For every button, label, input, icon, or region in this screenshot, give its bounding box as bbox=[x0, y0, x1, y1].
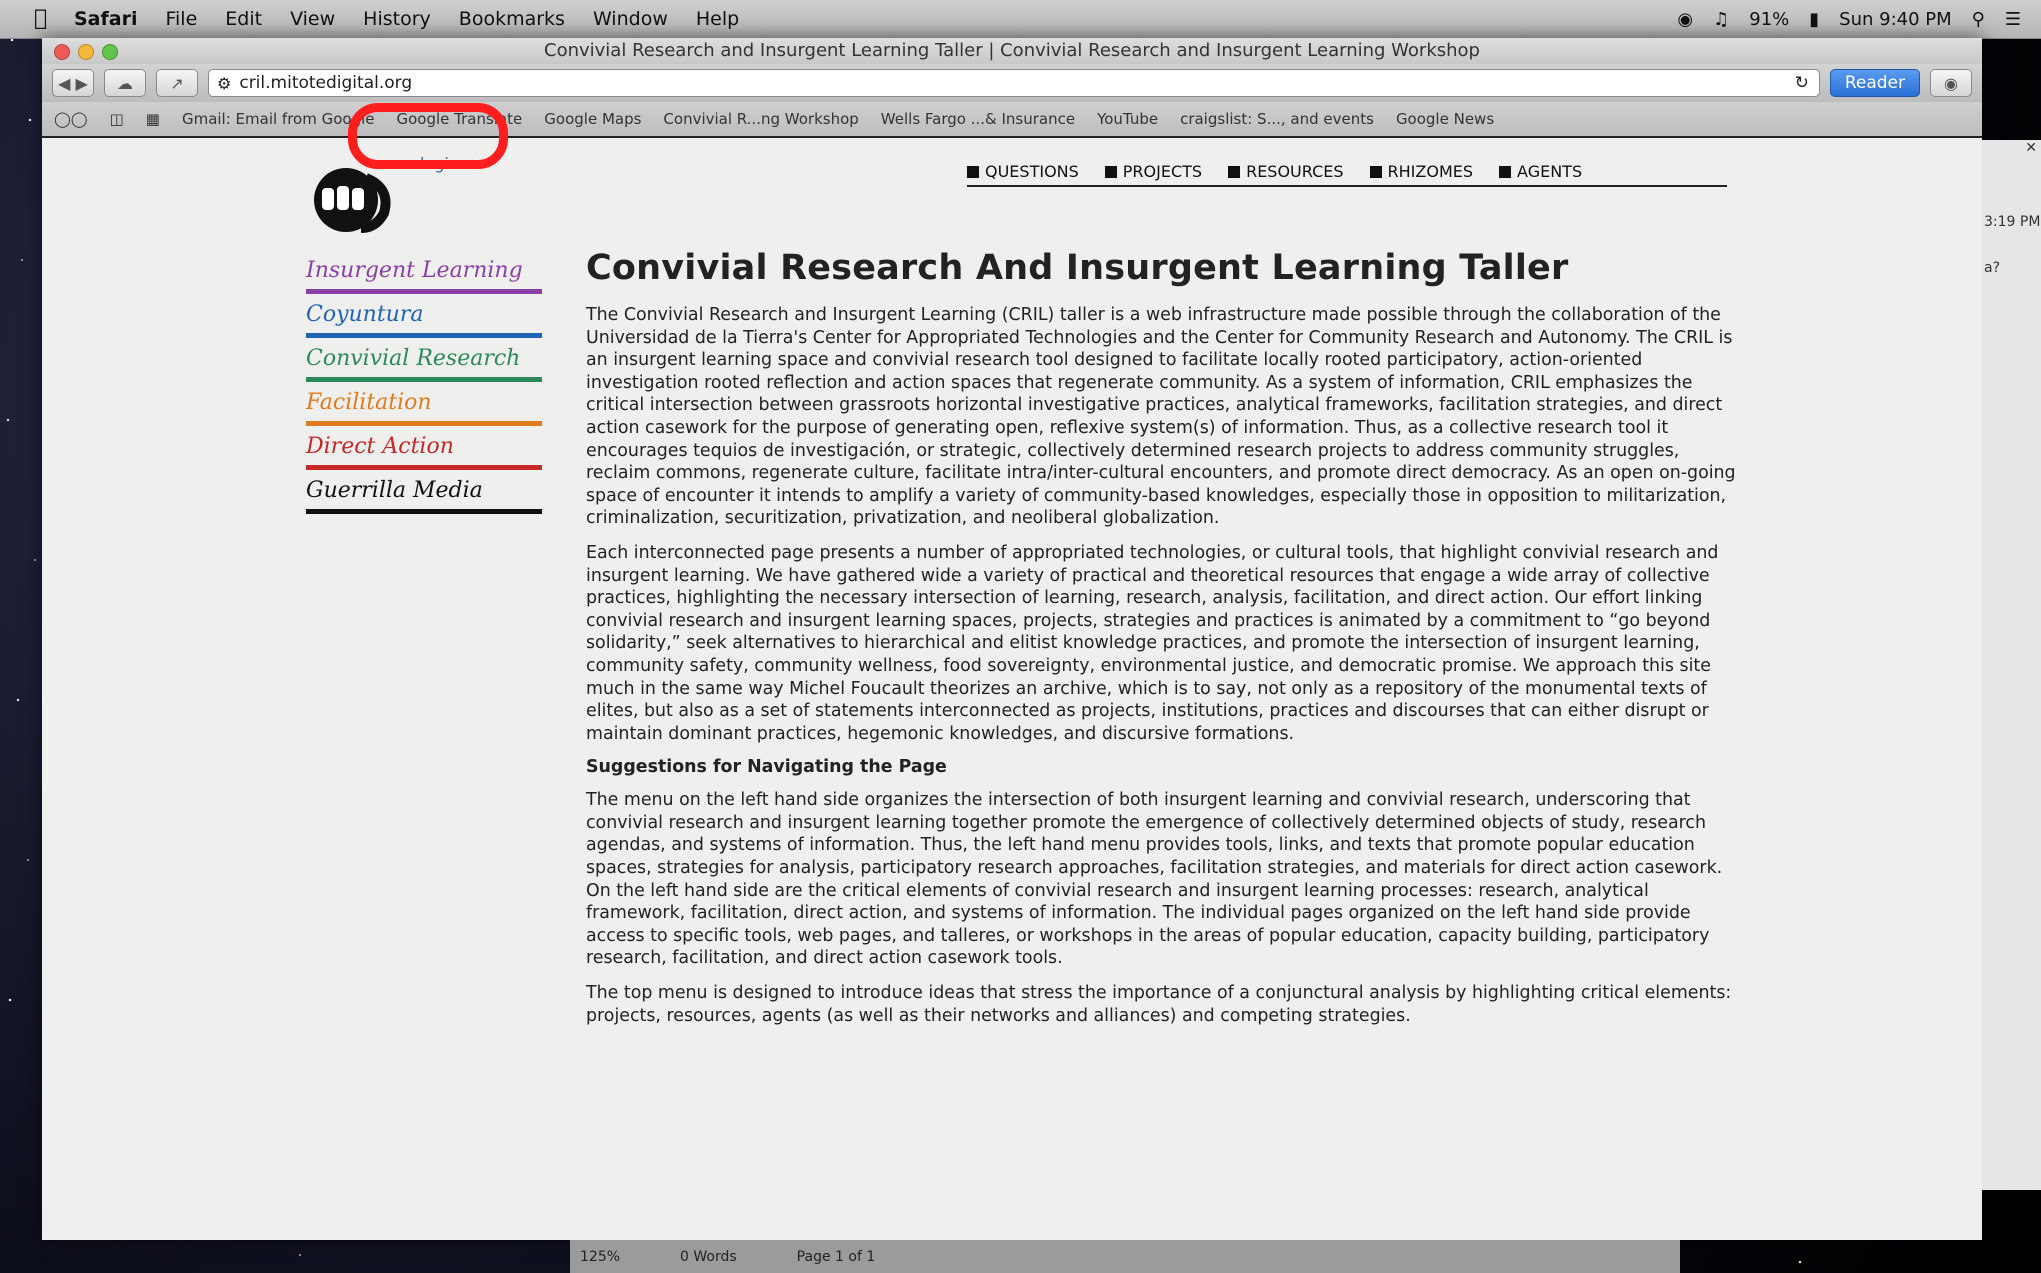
menu-file[interactable]: File bbox=[165, 8, 197, 30]
downloads-button[interactable]: ◉ bbox=[1930, 69, 1972, 97]
bookmark-wells-fargo[interactable]: Wells Fargo ...& Insurance bbox=[881, 110, 1075, 128]
side-item-guerrilla-media[interactable]: Guerrilla Media bbox=[306, 474, 542, 514]
subheading-navigating: Suggestions for Navigating the Page bbox=[586, 757, 947, 778]
window-controls bbox=[54, 44, 118, 60]
menu-bar:  Safari File Edit View History Bookmark… bbox=[0, 0, 2041, 39]
close-icon[interactable]: ✕ bbox=[2025, 140, 2037, 156]
bookmark-convivial[interactable]: Convivial R...ng Workshop bbox=[663, 110, 858, 128]
word-count: 0 Words bbox=[680, 1248, 737, 1265]
zoom-icon[interactable] bbox=[102, 44, 118, 60]
menu-app-name[interactable]: Safari bbox=[74, 8, 137, 30]
bookmarks-icon[interactable]: ◫ bbox=[110, 110, 124, 128]
clock[interactable]: Sun 9:40 PM bbox=[1839, 9, 1952, 30]
icloud-button[interactable]: ☁ bbox=[104, 69, 146, 97]
page-title: Convivial Research And Insurgent Learnin… bbox=[586, 248, 1569, 288]
top-sites-icon[interactable]: ▦ bbox=[146, 110, 160, 128]
title-bar: Convivial Research and Insurgent Learnin… bbox=[42, 38, 1982, 64]
menu-window[interactable]: Window bbox=[593, 8, 668, 30]
square-bullet-icon bbox=[1499, 165, 1512, 178]
url-text: cril.mitotedigital.org bbox=[239, 73, 413, 93]
menu-help[interactable]: Help bbox=[696, 8, 739, 30]
menu-view[interactable]: View bbox=[290, 8, 335, 30]
back-forward-button[interactable]: ◀ ▶ bbox=[52, 69, 94, 97]
page-content: login QUESTIONS PROJECTS RESOURCES RHIZO… bbox=[42, 138, 1982, 1240]
fist-logo-icon[interactable] bbox=[306, 158, 396, 238]
panel-text: a? bbox=[1984, 260, 2001, 276]
site-favicon-icon: ⚙ bbox=[217, 73, 232, 93]
menu-edit[interactable]: Edit bbox=[225, 8, 262, 30]
side-item-coyuntura[interactable]: Coyuntura bbox=[306, 298, 542, 338]
paragraph-interconnected: Each interconnected page presents a numb… bbox=[586, 542, 1719, 744]
nav-label: PROJECTS bbox=[1122, 162, 1203, 181]
browser-window: Convivial Research and Insurgent Learnin… bbox=[42, 38, 1982, 1240]
menu-history[interactable]: History bbox=[363, 8, 431, 30]
side-item-convivial-research[interactable]: Convivial Research bbox=[306, 342, 542, 382]
wifi-icon[interactable]: ◉ bbox=[1677, 9, 1693, 30]
bookmark-google-news[interactable]: Google News bbox=[1396, 110, 1494, 128]
paragraph-top-menu: The top menu is designed to introduce id… bbox=[586, 983, 1732, 1026]
side-menu: Insurgent Learning Coyuntura Convivial R… bbox=[306, 254, 542, 518]
side-item-direct-action[interactable]: Direct Action bbox=[306, 430, 542, 470]
nav-label: RHIZOMES bbox=[1387, 162, 1474, 181]
bookmark-google-maps[interactable]: Google Maps bbox=[544, 110, 641, 128]
paragraph-left-menu: The menu on the left hand side organizes… bbox=[586, 790, 1723, 969]
nav-projects[interactable]: PROJECTS bbox=[1104, 162, 1203, 181]
square-bullet-icon bbox=[1104, 165, 1117, 178]
top-nav: QUESTIONS PROJECTS RESOURCES RHIZOMES AG… bbox=[967, 162, 1727, 187]
menu-bookmarks[interactable]: Bookmarks bbox=[459, 8, 565, 30]
browser-toolbar: ◀ ▶ ☁ ↗ ⚙ cril.mitotedigital.org ↻ Reade… bbox=[42, 64, 1982, 102]
notification-center-icon[interactable]: ☰ bbox=[2005, 9, 2021, 30]
nav-resources[interactable]: RESOURCES bbox=[1228, 162, 1344, 181]
paragraph-intro: The Convivial Research and Insurgent Lea… bbox=[586, 305, 1736, 529]
reading-list-icon[interactable]: ◯◯ bbox=[54, 110, 88, 128]
background-window-edge: ✕ 3:19 PM a? bbox=[1982, 140, 2041, 1190]
bookmark-gmail[interactable]: Gmail: Email from Google bbox=[182, 110, 375, 128]
nav-agents[interactable]: AGENTS bbox=[1499, 162, 1582, 181]
status-menus: ◉ ♫ 91% ▮ Sun 9:40 PM ⚲ ☰ bbox=[1677, 0, 2021, 38]
spotlight-icon[interactable]: ⚲ bbox=[1972, 9, 1985, 30]
bookmarks-bar: ◯◯ ◫ ▦ Gmail: Email from Google Google T… bbox=[42, 102, 1982, 138]
nav-label: RESOURCES bbox=[1246, 162, 1344, 181]
nav-questions[interactable]: QUESTIONS bbox=[967, 162, 1079, 181]
nav-rhizomes[interactable]: RHIZOMES bbox=[1369, 162, 1474, 181]
side-item-facilitation[interactable]: Facilitation bbox=[306, 386, 542, 426]
main-article: Convivial Research And Insurgent Learnin… bbox=[586, 248, 1746, 1039]
minimize-icon[interactable] bbox=[78, 44, 94, 60]
bookmark-youtube[interactable]: YouTube bbox=[1097, 110, 1158, 128]
reader-button[interactable]: Reader bbox=[1829, 69, 1920, 97]
square-bullet-icon bbox=[1369, 165, 1382, 178]
highlight-circle bbox=[348, 103, 508, 169]
bookmark-craigslist[interactable]: craigslist: S..., and events bbox=[1180, 110, 1374, 128]
reload-icon[interactable]: ↻ bbox=[1795, 73, 1809, 93]
window-title: Convivial Research and Insurgent Learnin… bbox=[544, 40, 1480, 61]
address-bar[interactable]: ⚙ cril.mitotedigital.org ↻ bbox=[208, 69, 1820, 97]
side-item-insurgent-learning[interactable]: Insurgent Learning bbox=[306, 254, 542, 294]
nav-label: AGENTS bbox=[1517, 162, 1583, 181]
close-icon[interactable] bbox=[54, 44, 70, 60]
square-bullet-icon bbox=[1228, 165, 1241, 178]
background-status-bar: 125% 0 Words Page 1 of 1 bbox=[570, 1240, 1680, 1273]
battery-percent[interactable]: 91% bbox=[1749, 9, 1789, 30]
square-bullet-icon bbox=[967, 165, 979, 178]
panel-time: 3:19 PM bbox=[1984, 214, 2041, 230]
battery-icon[interactable]: ▮ bbox=[1809, 9, 1819, 30]
zoom-level[interactable]: 125% bbox=[580, 1249, 620, 1265]
page-count: Page 1 of 1 bbox=[796, 1248, 876, 1265]
volume-icon[interactable]: ♫ bbox=[1713, 9, 1729, 30]
nav-label: QUESTIONS bbox=[985, 162, 1079, 181]
share-button[interactable]: ↗ bbox=[156, 69, 198, 97]
apple-icon[interactable]:  bbox=[34, 8, 56, 30]
